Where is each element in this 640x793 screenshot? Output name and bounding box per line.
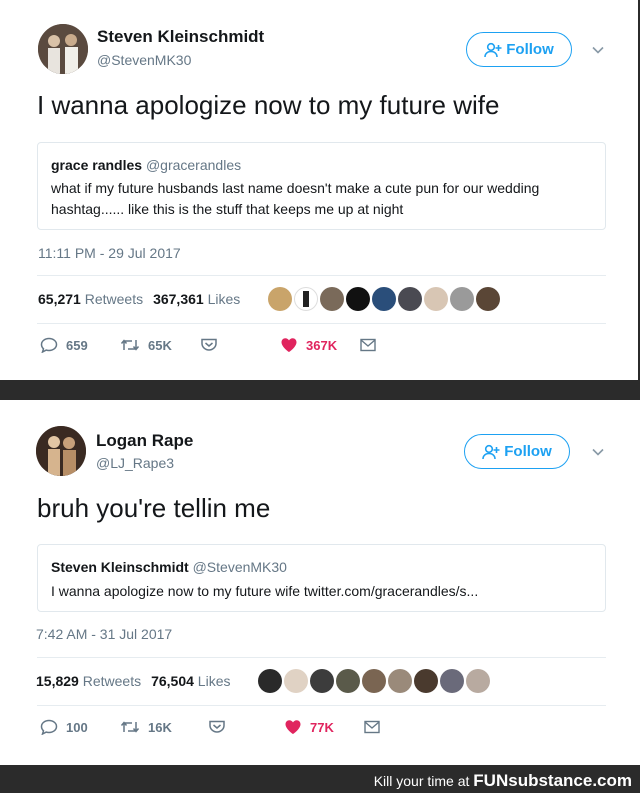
liker-avatar[interactable] xyxy=(440,669,464,693)
site-footer: Kill your time at FUNsubstance.com xyxy=(0,765,640,793)
message-button[interactable] xyxy=(208,720,284,734)
like-button[interactable]: 367K xyxy=(280,337,360,353)
divider xyxy=(37,323,606,324)
likes-stat[interactable]: 76,504 Likes xyxy=(151,673,230,689)
retweets-stat[interactable]: 15,829 Retweets xyxy=(36,673,141,689)
quoted-tweet[interactable]: Steven Kleinschmidt @StevenMK30 I wanna … xyxy=(37,544,606,612)
bookmark-icon xyxy=(201,338,217,351)
likers-avatars xyxy=(258,669,490,693)
follow-button[interactable]: Follow xyxy=(466,32,572,67)
message-button[interactable] xyxy=(200,338,280,352)
author-handle[interactable]: @LJ_Rape3 xyxy=(96,455,174,471)
reply-button[interactable]: 100 xyxy=(40,719,120,735)
reply-icon xyxy=(40,337,58,353)
liker-avatar[interactable] xyxy=(398,287,422,311)
liker-avatar[interactable] xyxy=(268,287,292,311)
heart-icon xyxy=(285,720,301,734)
tweet-card: Steven Kleinschmidt @StevenMK30 Follow I… xyxy=(0,0,640,380)
quoted-text: what if my future husbands last name doe… xyxy=(51,180,540,217)
liker-avatar[interactable] xyxy=(476,287,500,311)
likes-stat[interactable]: 367,361 Likes xyxy=(153,291,240,307)
action-bar: 100 16K 77K xyxy=(40,719,380,735)
liker-avatar[interactable] xyxy=(414,669,438,693)
author-name[interactable]: Steven Kleinschmidt xyxy=(97,27,264,47)
liker-avatar[interactable] xyxy=(320,287,344,311)
follow-button[interactable]: Follow xyxy=(464,434,570,469)
liker-avatar[interactable] xyxy=(424,287,448,311)
liker-avatar[interactable] xyxy=(284,669,308,693)
quoted-text: I wanna apologize now to my future wife … xyxy=(51,583,479,599)
add-person-icon xyxy=(484,42,502,57)
liker-avatar[interactable] xyxy=(450,287,474,311)
reply-button[interactable]: 659 xyxy=(40,337,120,353)
like-button[interactable]: 77K xyxy=(284,719,364,735)
tweet-text: bruh you're tellin me xyxy=(37,493,271,523)
engagement-stats: 15,829 Retweets 76,504 Likes xyxy=(36,673,230,689)
liker-avatar[interactable] xyxy=(310,669,334,693)
retweet-button[interactable]: 16K xyxy=(120,720,208,735)
liker-avatar[interactable] xyxy=(466,669,490,693)
chevron-down-icon[interactable] xyxy=(591,43,605,57)
heart-icon xyxy=(281,338,297,352)
likers-avatars xyxy=(268,287,500,311)
author-name[interactable]: Logan Rape xyxy=(96,431,193,451)
quoted-author-name: grace randles xyxy=(51,157,143,173)
follow-label: Follow xyxy=(504,443,552,460)
footer-prefix: Kill your time at xyxy=(373,773,470,789)
add-person-icon xyxy=(482,444,500,459)
retweets-stat[interactable]: 65,271 Retweets xyxy=(38,291,143,307)
engagement-stats: 65,271 Retweets 367,361 Likes xyxy=(38,291,240,307)
bookmark-icon xyxy=(209,720,225,733)
liker-avatar[interactable] xyxy=(258,669,282,693)
envelope-icon xyxy=(360,338,376,352)
tweet-text: I wanna apologize now to my future wife xyxy=(37,90,500,120)
dm-button[interactable] xyxy=(364,720,380,734)
retweet-icon xyxy=(120,721,140,733)
quoted-author-name: Steven Kleinschmidt xyxy=(51,559,189,575)
action-bar: 659 65K 367K xyxy=(40,337,376,353)
liker-avatar[interactable] xyxy=(336,669,360,693)
reply-count: 659 xyxy=(66,337,88,353)
reply-icon xyxy=(40,719,58,735)
follow-label: Follow xyxy=(506,41,554,58)
liker-avatar[interactable] xyxy=(362,669,386,693)
quoted-author-handle: @StevenMK30 xyxy=(192,559,287,575)
chevron-down-icon[interactable] xyxy=(591,445,605,459)
footer-brand[interactable]: FUNsubstance.com xyxy=(473,771,632,790)
divider xyxy=(37,657,606,658)
divider xyxy=(37,275,606,276)
timestamp[interactable]: 11:11 PM - 29 Jul 2017 xyxy=(38,245,181,261)
quoted-tweet[interactable]: grace randles @gracerandles what if my f… xyxy=(37,142,606,230)
liker-avatar[interactable] xyxy=(346,287,370,311)
like-count: 367K xyxy=(306,337,338,353)
retweet-icon xyxy=(120,339,140,351)
footer-watermark: Kill your time at FUNsubstance.com xyxy=(374,771,632,791)
divider xyxy=(37,705,606,706)
reply-count: 100 xyxy=(66,719,88,735)
avatar[interactable] xyxy=(36,426,86,476)
avatar[interactable] xyxy=(38,24,88,74)
like-count: 77K xyxy=(310,719,334,735)
timestamp[interactable]: 7:42 AM - 31 Jul 2017 xyxy=(36,626,172,642)
envelope-icon xyxy=(364,720,380,734)
tweet-card: Logan Rape @LJ_Rape3 Follow bruh you're … xyxy=(0,400,640,765)
dm-button[interactable] xyxy=(360,338,376,352)
liker-avatar[interactable] xyxy=(294,287,318,311)
retweet-count: 16K xyxy=(148,719,172,735)
retweet-count: 65K xyxy=(148,337,172,353)
quoted-author-handle: @gracerandles xyxy=(145,157,242,173)
author-handle[interactable]: @StevenMK30 xyxy=(97,52,191,68)
retweet-button[interactable]: 65K xyxy=(120,338,200,353)
liker-avatar[interactable] xyxy=(372,287,396,311)
liker-avatar[interactable] xyxy=(388,669,412,693)
